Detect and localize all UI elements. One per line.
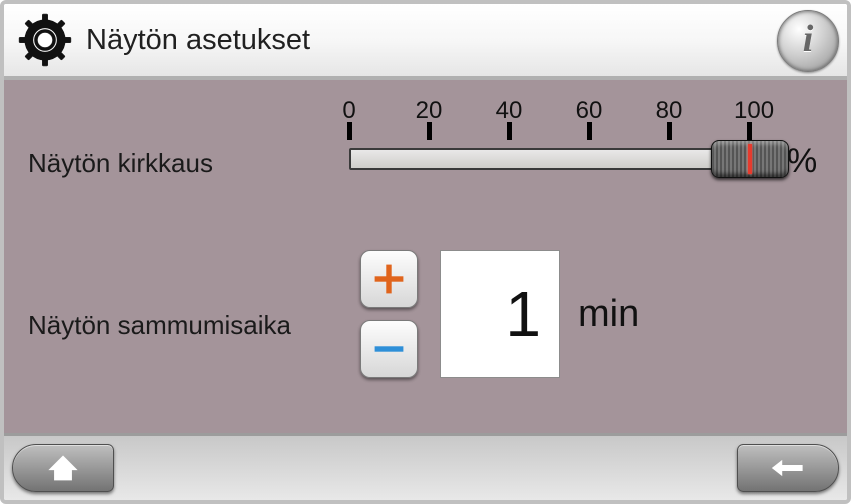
tick-mark [347,122,352,140]
slider-unit: % [787,142,817,181]
minus-icon [371,331,407,367]
tick-mark [587,122,592,140]
timeout-label: Näytön sammumisaika [28,310,291,341]
back-button[interactable] [737,444,839,492]
increment-button[interactable] [360,250,418,308]
tick-label: 80 [654,100,684,122]
tick-mark [747,122,752,140]
tick-label: 60 [574,100,604,122]
decrement-button[interactable] [360,320,418,378]
tick-mark [427,122,432,140]
header-bar: Näytön asetukset i [4,4,847,80]
timeout-stepper: 1 min [360,250,639,378]
info-icon: i [803,17,814,61]
content-area: Näytön kirkkaus 0 20 40 60 80 100 % Näytön sa… [4,80,847,436]
tick-label: 20 [414,100,444,122]
page-title: Näytön asetukset [86,24,310,57]
slider-tick: 0 [334,100,364,140]
footer-bar [4,433,847,500]
tick-label: 0 [334,100,364,122]
timeout-value: 1 [440,250,560,378]
brightness-label: Näytön kirkkaus [28,148,213,179]
tick-mark [507,122,512,140]
slider-track[interactable] [349,148,753,170]
info-button[interactable]: i [777,10,839,72]
home-icon [46,451,80,485]
tick-mark [667,122,672,140]
slider-tick: 40 [494,100,524,140]
home-button[interactable] [12,444,114,492]
back-arrow-icon [771,451,805,485]
slider-tick: 60 [574,100,604,140]
gear-icon [18,13,72,67]
slider-knob[interactable] [711,140,789,178]
plus-icon [371,261,407,297]
tick-label: 40 [494,100,524,122]
slider-tick: 80 [654,100,684,140]
slider-tick: 100 [734,100,764,140]
tick-label: 100 [734,100,764,122]
slider-tick: 20 [414,100,444,140]
timeout-unit: min [578,293,639,336]
screen: Näytön asetukset i Näytön kirkkaus 0 20 40… [0,0,851,504]
